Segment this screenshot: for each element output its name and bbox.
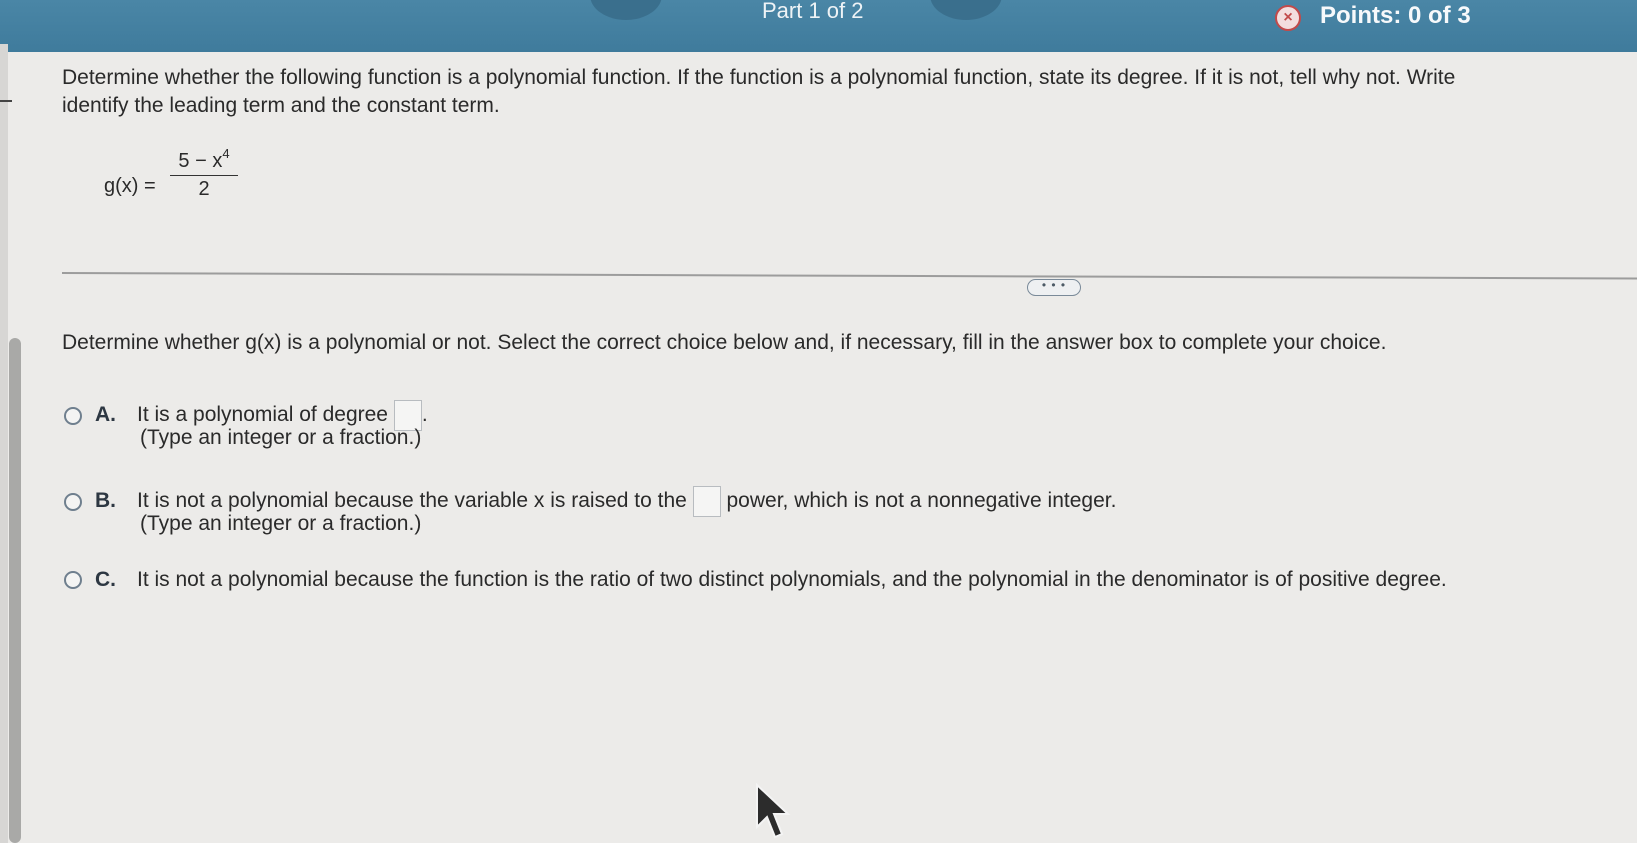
question-prompt-line-2: identify the leading term and the consta… <box>62 94 500 117</box>
choice-a-hint: (Type an integer or a fraction.) <box>140 426 422 449</box>
part-indicator: Part 1 of 2 <box>762 0 864 23</box>
power-answer-box[interactable] <box>692 486 721 517</box>
choice-c-radio[interactable] <box>64 571 82 590</box>
part-instruction: Determine whether g(x) is a polynomial o… <box>62 331 1387 354</box>
choice-b-letter: B. <box>95 489 116 513</box>
left-edge <box>0 44 8 843</box>
function-lhs: g(x) = <box>104 175 156 197</box>
choice-b-radio[interactable] <box>64 492 82 511</box>
choice-a-period: . <box>421 403 428 427</box>
fraction-denominator: 2 <box>198 178 210 200</box>
fraction-numerator: 5 − x4 <box>170 146 238 176</box>
choice-c-letter: C. <box>95 568 116 591</box>
choice-b-hint: (Type an integer or a fraction.) <box>140 512 422 535</box>
choice-a-text: It is a polynomial of degree <box>137 403 388 427</box>
exponent: 4 <box>222 146 230 161</box>
function-fraction: 5 − x4 2 <box>170 146 238 201</box>
mouse-pointer-icon <box>756 783 791 839</box>
points-label: Points: 0 of 3 <box>1320 2 1471 29</box>
scrollbar[interactable] <box>9 338 21 843</box>
choice-a-letter: A. <box>95 403 116 427</box>
left-tick <box>0 100 12 102</box>
numerator-text: 5 − x <box>178 150 223 172</box>
decorative-shape <box>930 0 1002 20</box>
choice-c-text: It is not a polynomial because the funct… <box>137 568 1447 591</box>
choice-a-radio[interactable] <box>64 406 82 425</box>
decorative-shape <box>590 0 662 20</box>
choice-b-text-after: power, which is not a nonnegative intege… <box>726 489 1117 513</box>
choice-b-text: It is not a polynomial because the varia… <box>137 489 687 513</box>
incorrect-status-icon: × <box>1275 5 1301 31</box>
question-prompt-line-1: Determine whether the following function… <box>62 66 1456 89</box>
choice-c[interactable]: C. It is not a polynomial because the fun… <box>64 568 1447 592</box>
more-options-button[interactable]: • • • <box>1027 279 1081 296</box>
top-bar: Part 1 of 2 × Points: 0 of 3 <box>0 0 1637 52</box>
